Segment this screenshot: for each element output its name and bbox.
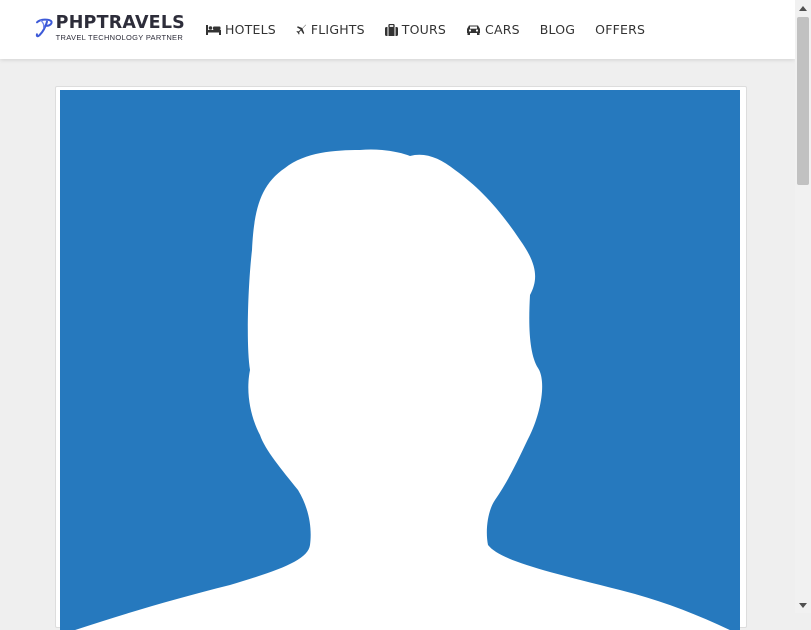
car-icon bbox=[467, 25, 481, 35]
profile-avatar bbox=[60, 90, 740, 630]
nav-tours[interactable]: TOURS bbox=[384, 22, 447, 37]
brand-name: PHPTRAVELS bbox=[55, 13, 185, 33]
airplane-icon bbox=[296, 24, 306, 35]
nav-flights[interactable]: FLIGHTS bbox=[296, 22, 365, 37]
nav-tours-label: TOURS bbox=[401, 22, 447, 37]
suitcase-icon bbox=[384, 23, 398, 36]
brand-tagline: TRAVEL TECHNOLOGY PARTNER bbox=[55, 33, 184, 42]
brand-logo[interactable]: PHPTRAVELS TRAVEL TECHNOLOGY PARTNER bbox=[35, 13, 185, 47]
nav-blog[interactable]: BLOG bbox=[540, 22, 575, 37]
profile-card bbox=[55, 86, 747, 630]
scroll-up-arrow-icon[interactable] bbox=[795, 0, 811, 16]
nav-cars[interactable]: CARS bbox=[466, 22, 520, 37]
nav-offers[interactable]: OFFERS bbox=[595, 22, 645, 37]
nav-hotels[interactable]: HOTELS bbox=[206, 22, 276, 37]
scrollbar-thumb[interactable] bbox=[797, 17, 809, 185]
top-navbar: PHPTRAVELS TRAVEL TECHNOLOGY PARTNER HOT… bbox=[0, 0, 795, 59]
nav-cars-label: CARS bbox=[485, 22, 520, 37]
brand-text: PHPTRAVELS TRAVEL TECHNOLOGY PARTNER bbox=[56, 13, 185, 42]
default-user-silhouette bbox=[75, 149, 730, 630]
nav-flights-label: FLIGHTS bbox=[310, 22, 365, 37]
vertical-scrollbar[interactable] bbox=[795, 0, 811, 613]
scroll-down-arrow-icon[interactable] bbox=[795, 597, 811, 613]
phptravels-logo-icon bbox=[35, 18, 53, 38]
nav-blog-label: BLOG bbox=[539, 22, 576, 37]
nav-hotels-label: HOTELS bbox=[225, 22, 276, 37]
bed-icon bbox=[206, 25, 221, 35]
main-nav: HOTELS FLIGHTS TOURS CARS BLOG OFFERS bbox=[206, 0, 665, 59]
nav-offers-label: OFFERS bbox=[595, 22, 646, 37]
